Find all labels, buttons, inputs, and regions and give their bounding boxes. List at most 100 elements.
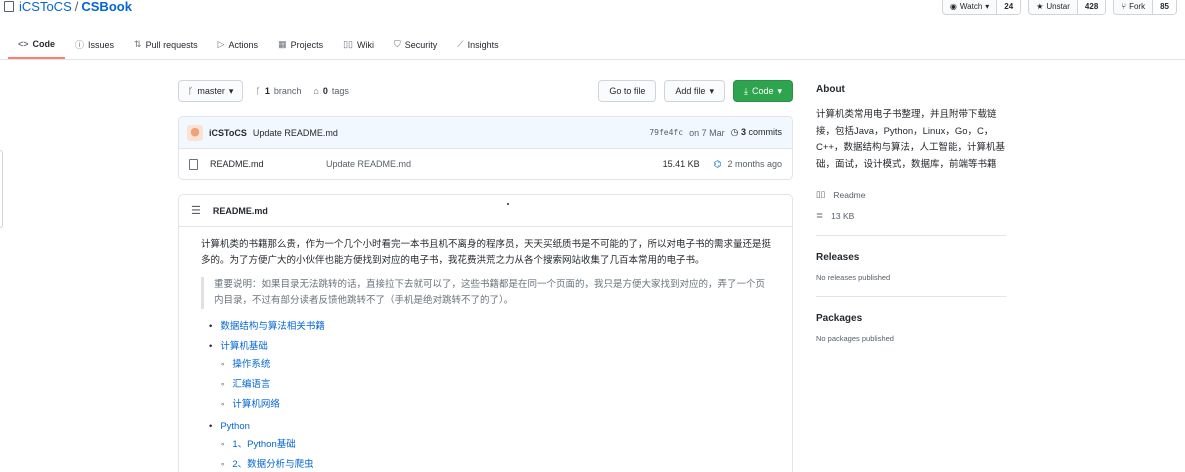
repo-name-link[interactable]: CSBook [81,0,132,14]
toc-list: 数据结构与算法相关书籍 计算机基础 操作系统 汇编语言 计算机网络 Python… [201,317,772,472]
list-item: 1、Python基础 [221,435,772,455]
watch-label: Watch [959,1,983,11]
readme-link-label: Readme [833,189,866,200]
branch-select-button[interactable]: ᚴ master ▾ [178,80,244,102]
history-icon: ◷ [730,127,739,137]
tab-issues[interactable]: ⓘ Issues [65,30,124,59]
fork-button[interactable]: ⑂ Fork [1114,0,1152,14]
tab-actions[interactable]: ▷ Actions [208,30,268,59]
fork-label: Fork [1129,1,1146,11]
tab-label: Security [404,39,438,50]
side-panel-handle[interactable] [0,150,3,228]
commit-sha[interactable]: 79fe4fc [649,128,683,137]
branches-link[interactable]: ᚴ 1 branch [255,86,301,96]
main-content: ᚴ master ▾ ᚴ 1 branch ⌂ 0 tags Go to fil… [178,80,793,472]
repo-actions: ◉ Watch ▾ 24 ★ Unstar 428 ⑂ Fork 85 [941,0,1177,15]
list-item: 计算机网络 [221,395,772,415]
commits-label: commits [748,127,783,137]
star-count[interactable]: 428 [1076,0,1106,14]
project-icon: ▦ [278,39,287,49]
file-age: 2 months ago [727,159,782,169]
toc-link[interactable]: 数据结构与算法相关书籍 [209,321,325,332]
go-to-file-button[interactable]: Go to file [598,80,657,102]
star-icon: ★ [1036,1,1044,11]
packages-section: Packages No packages published [816,313,1006,343]
fork-button-group: ⑂ Fork 85 [1113,0,1177,15]
file-row: README.md Update README.md 15.41 KB ⌬ 2 … [179,149,792,179]
toc-link[interactable]: 计算机网络 [221,399,280,410]
watch-count[interactable]: 24 [996,0,1021,14]
add-file-label: Add file [675,86,706,96]
branch-icon: ᚴ [188,86,194,96]
toc-link[interactable]: 1、Python基础 [221,439,296,450]
watch-button[interactable]: ◉ Watch ▾ [943,0,996,14]
list-item: 计算机基础 操作系统 汇编语言 计算机网络 [209,337,772,417]
readme-intro: 计算机类的书籍那么贵，作为一个几个小时看完一本书且机不离身的程序员，天天买纸质书… [201,239,772,266]
file-commit-message[interactable]: Update README.md [326,159,411,169]
unstar-button[interactable]: ★ Unstar [1029,0,1077,14]
toc-link[interactable]: Python [209,421,250,432]
releases-heading[interactable]: Releases [816,252,1006,263]
readme-title: README.md [212,205,268,216]
pull-request-icon: ⇅ [134,39,142,49]
graph-icon: ⟋ [457,39,464,49]
list-item: Python 1、Python基础 2、数据分析与爬虫 [209,417,772,472]
commit-message[interactable]: Update README.md [253,128,338,138]
repo-size-label: 13 KB [831,210,855,221]
repo-tabs: <> Code ⓘ Issues ⇅ Pull requests ▷ Actions ▦… [0,30,1185,60]
toc-sublist: 操作系统 汇编语言 计算机网络 [209,355,772,415]
add-file-button[interactable]: Add file ▾ [664,80,725,102]
fork-icon: ⑂ [1121,1,1127,11]
code-icon: <> [18,38,29,49]
toc-link[interactable]: 2、数据分析与爬虫 [221,459,314,470]
repo-owner-link[interactable]: iCSToCS [19,0,72,14]
commits-count: 3 [740,127,746,137]
packages-heading[interactable]: Packages [816,313,1006,324]
tab-security[interactable]: ⛉ Security [384,30,447,59]
file-list: iCSToCS Update README.md 79fe4fc on 7 Ma… [178,116,793,180]
toc-link[interactable]: 操作系统 [221,359,270,370]
readme-panel: ☰ README.md 计算机类的书籍那么贵，作为一个几个小时看完一本书且机不离… [178,194,793,472]
divider [816,235,1006,236]
commit-author[interactable]: iCSToCS [209,128,247,138]
tab-label: Actions [228,39,259,50]
toc-sublist: 1、Python基础 2、数据分析与爬虫 [209,435,772,472]
chevron-down-icon: ▾ [985,1,990,11]
code-download-button[interactable]: ⤓ Code ▾ [732,80,793,102]
commit-date: on 7 Mar [689,127,725,138]
unstar-label: Unstar [1046,1,1070,11]
file-name-link[interactable]: README.md [210,159,326,169]
shield-icon: ⛉ [394,39,401,49]
sidebar: About 计算机类常用电子书整理，并且附带下载链接，包括Java，Python… [816,84,1006,343]
tab-insights[interactable]: ⟋ Insights [447,30,508,59]
avatar[interactable] [187,124,203,141]
repo-header: iCSToCS / CSBook ◉ Watch ▾ 24 ★ Unstar 428 … [0,0,1185,20]
tab-label: Code [32,38,56,49]
toc-link[interactable]: 计算机基础 [209,341,268,352]
eye-icon: ◉ [949,1,957,11]
readme-body: 计算机类的书籍那么贵，作为一个几个小时看完一本书且机不离身的程序员，天天买纸质书… [179,227,792,472]
toc-link[interactable]: 汇编语言 [221,379,270,390]
fork-count[interactable]: 85 [1152,0,1176,14]
download-icon: ⤓ [743,85,748,96]
tab-pull-requests[interactable]: ⇅ Pull requests [124,30,208,59]
readme-header: ☰ README.md [179,195,792,227]
tab-projects[interactable]: ▦ Projects [268,30,333,59]
list-item: 操作系统 [221,355,772,375]
book-icon: ▯▯ [343,39,353,49]
readme-link[interactable]: ▯▯ Readme [816,189,1006,200]
list-icon[interactable]: ☰ [191,204,201,217]
tab-wiki[interactable]: ▯▯ Wiki [333,30,384,59]
chevron-down-icon: ▾ [709,85,714,96]
tab-code[interactable]: <> Code [8,30,66,59]
releases-empty: No releases published [816,273,891,282]
tab-label: Pull requests [145,39,198,50]
watch-button-group: ◉ Watch ▾ 24 [941,0,1022,15]
commits-link[interactable]: ◷ 3 commits [731,127,782,138]
stray-cursor-dot [507,203,509,205]
tag-count: 0 [322,86,328,96]
cloud-upload-icon: ⌬ [713,158,722,169]
about-heading: About [816,84,845,95]
tags-link[interactable]: ⌂ 0 tags [313,86,348,96]
latest-commit-bar: iCSToCS Update README.md 79fe4fc on 7 Ma… [179,117,792,149]
